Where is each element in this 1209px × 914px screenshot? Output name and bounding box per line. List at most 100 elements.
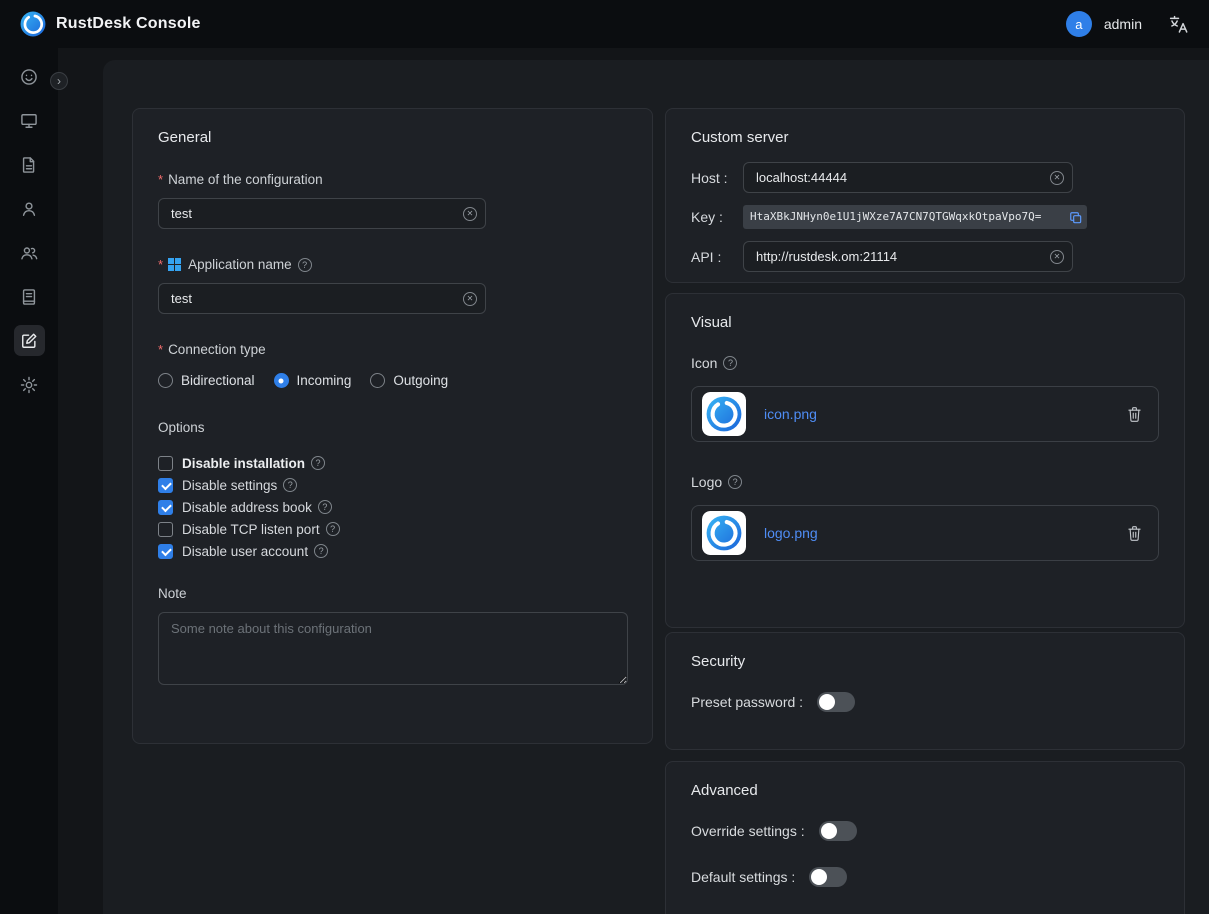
top-bar: RustDesk Console a admin (0, 0, 1209, 48)
security-title: Security (691, 653, 1159, 670)
help-icon[interactable]: ? (298, 258, 312, 272)
api-label: API : (691, 249, 743, 265)
logo-thumbnail (702, 511, 746, 555)
sidebar-item-settings[interactable] (14, 369, 45, 400)
brand: RustDesk Console (20, 11, 201, 37)
avatar[interactable]: a (1066, 11, 1092, 37)
checkbox-disable-tcp-listen-port[interactable]: Disable TCP listen port ? (158, 518, 627, 540)
key-label: Key : (691, 209, 743, 225)
sidebar-expand-button[interactable]: › (50, 72, 68, 90)
general-card: General * Name of the configuration ✕ * … (132, 108, 653, 744)
advanced-card: Advanced Override settings : Default set… (665, 761, 1185, 914)
options-label: Options (158, 420, 205, 435)
icon-file-link[interactable]: icon.png (764, 406, 817, 422)
icon-label: Icon (691, 355, 717, 371)
default-settings-toggle[interactable] (809, 867, 847, 887)
edit-icon (19, 331, 39, 351)
override-settings-toggle[interactable] (819, 821, 857, 841)
host-field: ✕ (743, 162, 1073, 193)
radio-icon (370, 373, 385, 388)
radio-icon (274, 373, 289, 388)
key-value: HtaXBkJNHyn0e1U1jWXze7A7CN7QTGWqxkOtpaVp… (750, 210, 1041, 223)
logo-file-box: logo.png (691, 505, 1159, 561)
help-icon[interactable]: ? (728, 475, 742, 489)
sidebar-item-documents[interactable] (14, 149, 45, 180)
checkbox-disable-installation[interactable]: Disable installation ? (158, 452, 627, 474)
sidebar-item-dashboard[interactable] (14, 61, 45, 92)
checkbox-icon (158, 456, 173, 471)
monitor-icon (19, 111, 39, 131)
radio-incoming[interactable]: Incoming (274, 373, 352, 388)
connection-type-group: Bidirectional Incoming Outgoing (158, 373, 627, 388)
radio-bidirectional[interactable]: Bidirectional (158, 373, 255, 388)
application-name-label: Application name (188, 257, 292, 272)
icon-thumbnail (702, 392, 746, 436)
preset-password-toggle[interactable] (817, 692, 855, 712)
users-icon (19, 243, 39, 263)
visual-title: Visual (691, 314, 1159, 331)
note-textarea[interactable] (158, 612, 628, 685)
override-settings-label: Override settings : (691, 823, 805, 839)
clear-icon[interactable]: ✕ (1050, 250, 1064, 264)
checkbox-icon (158, 478, 173, 493)
translate-icon[interactable] (1168, 14, 1189, 35)
username[interactable]: admin (1104, 16, 1142, 32)
security-card: Security Preset password : (665, 632, 1185, 750)
checkbox-icon (158, 522, 173, 537)
api-field: ✕ (743, 241, 1073, 272)
sidebar-item-groups[interactable] (14, 237, 45, 268)
logo-file-link[interactable]: logo.png (764, 525, 818, 541)
required-asterisk: * (158, 342, 163, 357)
clear-icon[interactable]: ✕ (463, 207, 477, 221)
help-icon[interactable]: ? (326, 522, 340, 536)
clear-icon[interactable]: ✕ (1050, 171, 1064, 185)
sidebar-item-devices[interactable] (14, 105, 45, 136)
host-input[interactable] (743, 162, 1073, 193)
help-icon[interactable]: ? (311, 456, 325, 470)
trash-icon[interactable] (1127, 406, 1142, 423)
required-asterisk: * (158, 257, 163, 272)
config-name-label: Name of the configuration (168, 172, 323, 187)
sidebar-item-logs[interactable] (14, 281, 45, 312)
chevron-right-icon: › (57, 74, 61, 89)
note-label: Note (158, 586, 187, 601)
config-name-input[interactable] (158, 198, 486, 229)
general-title: General (158, 129, 627, 146)
trash-icon[interactable] (1127, 525, 1142, 542)
help-icon[interactable]: ? (314, 544, 328, 558)
checkbox-disable-settings[interactable]: Disable settings ? (158, 474, 627, 496)
icon-file-box: icon.png (691, 386, 1159, 442)
preset-password-label: Preset password : (691, 694, 803, 710)
app-title: RustDesk Console (56, 15, 201, 33)
api-input[interactable] (743, 241, 1073, 272)
user-icon (19, 199, 39, 219)
rustdesk-logo-icon (20, 11, 46, 37)
sidebar (0, 48, 58, 914)
gear-icon (19, 375, 39, 395)
radio-icon (158, 373, 173, 388)
clear-icon[interactable]: ✕ (463, 292, 477, 306)
config-name-field: ✕ (158, 198, 486, 229)
application-name-field: ✕ (158, 283, 486, 314)
checkbox-disable-address-book[interactable]: Disable address book ? (158, 496, 627, 518)
application-name-input[interactable] (158, 283, 486, 314)
checkbox-icon (158, 500, 173, 515)
smiley-icon (19, 67, 39, 87)
help-icon[interactable]: ? (723, 356, 737, 370)
help-icon[interactable]: ? (318, 500, 332, 514)
sidebar-item-configurations[interactable] (14, 325, 45, 356)
visual-card: Visual Icon ? icon.png (665, 293, 1185, 628)
help-icon[interactable]: ? (283, 478, 297, 492)
custom-server-title: Custom server (691, 129, 1159, 146)
key-field[interactable]: HtaXBkJNHyn0e1U1jWXze7A7CN7QTGWqxkOtpaVp… (743, 205, 1087, 229)
default-settings-label: Default settings : (691, 869, 795, 885)
copy-icon[interactable] (1069, 210, 1083, 229)
options-list: Disable installation ? Disable settings … (158, 452, 627, 562)
connection-type-label: Connection type (168, 342, 266, 357)
radio-outgoing[interactable]: Outgoing (370, 373, 448, 388)
required-asterisk: * (158, 172, 163, 187)
windows-logo-icon (168, 258, 181, 271)
custom-server-card: Custom server Host : ✕ Key : HtaXBkJNHyn… (665, 108, 1185, 283)
sidebar-item-users[interactable] (14, 193, 45, 224)
checkbox-disable-user-account[interactable]: Disable user account ? (158, 540, 627, 562)
